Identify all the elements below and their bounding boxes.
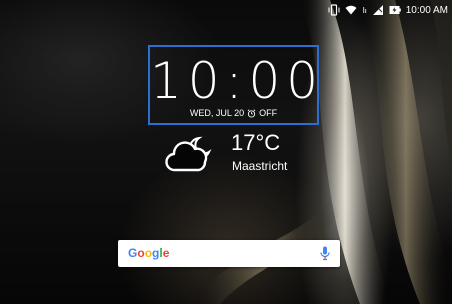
mic-icon[interactable] — [320, 246, 330, 261]
clock-time: 10:00 — [150, 52, 325, 110]
weather-widget[interactable]: 17°C Maastricht — [165, 130, 305, 176]
clock-date-row: WED, JUL 20 OFF — [150, 108, 317, 118]
alarm-status: OFF — [259, 108, 278, 118]
city-name: Maastricht — [232, 159, 288, 173]
signal-icon — [362, 4, 367, 16]
no-sim-icon — [372, 4, 384, 16]
status-bar: 10:00 AM — [328, 2, 448, 18]
clock-widget[interactable]: 10:00 WED, JUL 20 OFF — [148, 45, 319, 125]
google-search-bar[interactable]: Google — [118, 240, 340, 267]
temperature: 17°C — [231, 130, 281, 155]
wifi-icon — [345, 4, 357, 16]
cloud-night-icon — [165, 134, 217, 174]
alarm-clock-icon — [247, 108, 256, 118]
clock-date: WED, JUL 20 — [189, 108, 245, 118]
status-time: 10:00 AM — [405, 4, 448, 16]
battery-charging-icon — [389, 4, 401, 16]
vibrate-icon — [328, 4, 340, 16]
google-logo: Google — [128, 246, 170, 260]
